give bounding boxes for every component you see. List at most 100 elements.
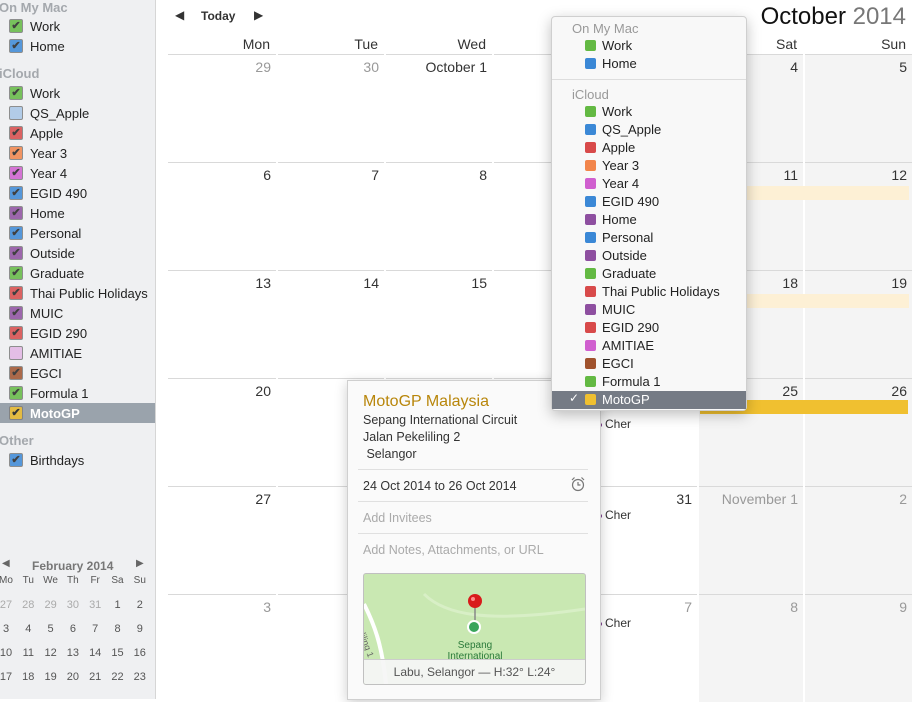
day-cell[interactable]: 27 <box>168 486 276 594</box>
mini-day[interactable]: 29 <box>40 599 62 611</box>
mini-day[interactable]: 13 <box>62 647 84 659</box>
event-location-line[interactable]: Selangor <box>363 447 416 461</box>
sidebar-calendar-item[interactable]: ✔ Work <box>0 83 155 103</box>
calendar-menu-item[interactable]: Home <box>552 55 746 73</box>
day-cell[interactable]: 2 <box>805 486 912 594</box>
calendar-checkbox[interactable]: ✔ <box>9 326 23 340</box>
previous-icon[interactable]: ◀ <box>175 8 184 22</box>
mini-day[interactable]: 1 <box>107 599 129 611</box>
sidebar-calendar-item[interactable]: ✔ Personal <box>0 223 155 243</box>
day-cell[interactable]: 3 <box>168 594 276 702</box>
mini-day[interactable]: 10 <box>0 647 17 659</box>
calendar-menu-item[interactable]: Work <box>552 37 746 55</box>
calendar-checkbox[interactable]: ✔ <box>9 406 23 420</box>
mini-day[interactable]: 14 <box>84 647 106 659</box>
day-cell[interactable]: 13 <box>168 270 276 378</box>
calendar-checkbox[interactable]: ✔ <box>9 39 23 53</box>
day-cell[interactable]: 19 <box>805 270 912 378</box>
calendar-checkbox[interactable]: ✔ <box>9 286 23 300</box>
all-day-event-bar[interactable] <box>745 186 909 200</box>
calendar-menu-item[interactable]: AMITIAE <box>552 337 746 355</box>
today-button[interactable]: Today <box>201 9 235 23</box>
calendar-checkbox[interactable]: ✔ <box>9 206 23 220</box>
calendar-checkbox[interactable]: ✔ <box>9 146 23 160</box>
sidebar-calendar-item[interactable]: ✔ EGCI <box>0 363 155 383</box>
calendar-checkbox[interactable]: ✔ <box>9 453 23 467</box>
mini-day[interactable]: 2 <box>129 599 151 611</box>
mini-day[interactable]: 31 <box>84 599 106 611</box>
event-title[interactable]: MotoGP Malaysia <box>363 393 489 411</box>
sidebar-calendar-item[interactable]: QS_Apple <box>0 103 155 123</box>
mini-day[interactable]: 19 <box>40 671 62 683</box>
mini-day[interactable]: 5 <box>40 623 62 635</box>
mini-day[interactable]: 12 <box>40 647 62 659</box>
mini-prev-icon[interactable]: ◀ <box>2 558 10 569</box>
day-cell[interactable]: 8 <box>386 162 492 270</box>
day-cell[interactable]: 9 <box>805 594 912 702</box>
calendar-checkbox[interactable]: ✔ <box>9 126 23 140</box>
calendar-checkbox[interactable]: ✔ <box>9 266 23 280</box>
calendar-menu-item[interactable]: MUIC <box>552 301 746 319</box>
calendar-menu-item[interactable]: EGID 290 <box>552 319 746 337</box>
event-item[interactable]: Cher <box>598 417 631 431</box>
sidebar-calendar-item[interactable]: ✔ Home <box>0 36 155 56</box>
calendar-checkbox[interactable]: ✔ <box>9 386 23 400</box>
mini-day[interactable]: 6 <box>62 623 84 635</box>
mini-day[interactable]: 15 <box>107 647 129 659</box>
event-item[interactable]: Cher <box>598 508 631 522</box>
calendar-menu-item[interactable]: Formula 1 <box>552 373 746 391</box>
calendar-checkbox[interactable]: ✔ <box>9 306 23 320</box>
all-day-event-bar[interactable] <box>745 294 909 308</box>
mini-day[interactable]: 23 <box>129 671 151 683</box>
calendar-checkbox[interactable]: ✔ <box>9 86 23 100</box>
day-cell[interactable]: 8 <box>699 594 803 702</box>
sidebar-calendar-item[interactable]: ✔ Thai Public Holidays <box>0 283 155 303</box>
calendar-checkbox[interactable] <box>9 106 23 120</box>
mini-day[interactable]: 4 <box>17 623 39 635</box>
day-cell[interactable]: 30 <box>278 54 384 162</box>
calendar-menu-item[interactable]: QS_Apple <box>552 121 746 139</box>
calendar-menu-item[interactable]: Outside <box>552 247 746 265</box>
sidebar-calendar-item[interactable]: ✔ Graduate <box>0 263 155 283</box>
event-item[interactable]: Cher <box>598 616 631 630</box>
sidebar-calendar-item[interactable]: ✔ Birthdays <box>0 450 155 470</box>
calendar-menu-item[interactable]: Personal <box>552 229 746 247</box>
calendar-menu-item[interactable]: Home <box>552 211 746 229</box>
mini-next-icon[interactable]: ▶ <box>136 558 144 569</box>
calendar-menu-item[interactable]: Graduate <box>552 265 746 283</box>
mini-day[interactable]: 17 <box>0 671 17 683</box>
sidebar-calendar-item[interactable]: AMITIAE <box>0 343 155 363</box>
mini-day[interactable]: 30 <box>62 599 84 611</box>
add-invitees-field[interactable]: Add Invitees <box>363 511 432 525</box>
day-cell[interactable]: 15 <box>386 270 492 378</box>
calendar-checkbox[interactable]: ✔ <box>9 19 23 33</box>
calendar-menu-item[interactable]: ✓ MotoGP <box>552 391 746 409</box>
calendar-checkbox[interactable] <box>9 346 23 360</box>
mini-day[interactable]: 3 <box>0 623 17 635</box>
calendar-menu-item[interactable]: EGCI <box>552 355 746 373</box>
event-dates[interactable]: 24 Oct 2014 to 26 Oct 2014 <box>363 479 517 493</box>
mini-day[interactable]: 21 <box>84 671 106 683</box>
mini-day[interactable]: 27 <box>0 599 17 611</box>
alarm-clock-icon[interactable] <box>570 476 586 492</box>
event-location-line[interactable]: Sepang International Circuit <box>363 413 517 427</box>
mini-day[interactable]: 8 <box>107 623 129 635</box>
sidebar-calendar-item[interactable]: ✔ EGID 490 <box>0 183 155 203</box>
day-cell[interactable]: 26 <box>805 378 912 486</box>
sidebar-calendar-item[interactable]: ✔ MotoGP <box>0 403 155 423</box>
mini-day[interactable]: 16 <box>129 647 151 659</box>
day-cell[interactable]: October 1 <box>386 54 492 162</box>
calendar-menu-item[interactable]: Thai Public Holidays <box>552 283 746 301</box>
day-cell[interactable]: 7 <box>278 162 384 270</box>
sidebar-calendar-item[interactable]: ✔ Outside <box>0 243 155 263</box>
day-cell[interactable]: 31 <box>600 486 697 594</box>
mini-day[interactable]: 7 <box>84 623 106 635</box>
location-map[interactable]: Pekeliling 1 Sepang International Labu, … <box>363 573 586 685</box>
calendar-checkbox[interactable]: ✔ <box>9 166 23 180</box>
mini-day[interactable]: 18 <box>17 671 39 683</box>
mini-day[interactable]: 20 <box>62 671 84 683</box>
mini-day[interactable]: 11 <box>17 647 39 659</box>
calendar-checkbox[interactable]: ✔ <box>9 246 23 260</box>
sidebar-calendar-item[interactable]: ✔ Formula 1 <box>0 383 155 403</box>
sidebar-calendar-item[interactable]: ✔ EGID 290 <box>0 323 155 343</box>
